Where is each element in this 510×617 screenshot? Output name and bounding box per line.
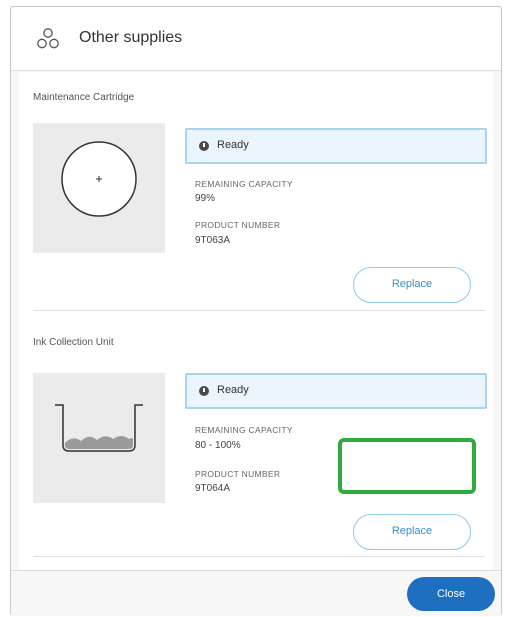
remaining-capacity-value: 80 - 100% bbox=[195, 440, 241, 451]
remaining-capacity-value: 99% bbox=[195, 193, 216, 204]
product-number-label: PRODUCT NUMBER bbox=[195, 469, 281, 479]
supply-image-ink-collection-unit bbox=[33, 373, 165, 503]
supplies-list: Maintenance Cartridge Ready REMAINING CA… bbox=[19, 72, 493, 570]
info-icon bbox=[199, 386, 209, 396]
status-badge-maintenance-cartridge: Ready bbox=[185, 128, 487, 164]
supply-name-maintenance-cartridge: Maintenance Cartridge bbox=[33, 92, 135, 103]
highlight-frame bbox=[338, 438, 476, 494]
product-number-value: 9T063A bbox=[195, 235, 231, 246]
maintenance-cartridge-icon bbox=[61, 141, 137, 217]
supplies-icon bbox=[37, 28, 59, 49]
status-text: Ready bbox=[217, 139, 249, 151]
section-divider bbox=[33, 310, 485, 311]
status-badge-ink-collection-unit: Ready bbox=[185, 373, 487, 409]
status-text: Ready bbox=[217, 384, 249, 396]
other-supplies-dialog: Other supplies Maintenance Cartridge Rea… bbox=[10, 6, 502, 616]
dialog-title-bar: Other supplies bbox=[11, 7, 501, 71]
ink-collection-unit-icon bbox=[55, 404, 143, 452]
info-icon bbox=[199, 141, 209, 151]
close-button[interactable]: Close bbox=[407, 577, 495, 611]
replace-button-maintenance-cartridge[interactable]: Replace bbox=[353, 267, 471, 303]
product-number-value: 9T064A bbox=[195, 483, 231, 494]
product-number-label: PRODUCT NUMBER bbox=[195, 220, 281, 230]
dialog-title: Other supplies bbox=[79, 29, 183, 46]
replace-button-ink-collection-unit[interactable]: Replace bbox=[353, 514, 471, 550]
remaining-capacity-label: REMAINING CAPACITY bbox=[195, 179, 293, 189]
supply-image-maintenance-cartridge bbox=[33, 123, 165, 253]
remaining-capacity-label: REMAINING CAPACITY bbox=[195, 425, 293, 435]
supply-name-ink-collection-unit: Ink Collection Unit bbox=[33, 337, 114, 348]
section-divider bbox=[33, 556, 485, 557]
